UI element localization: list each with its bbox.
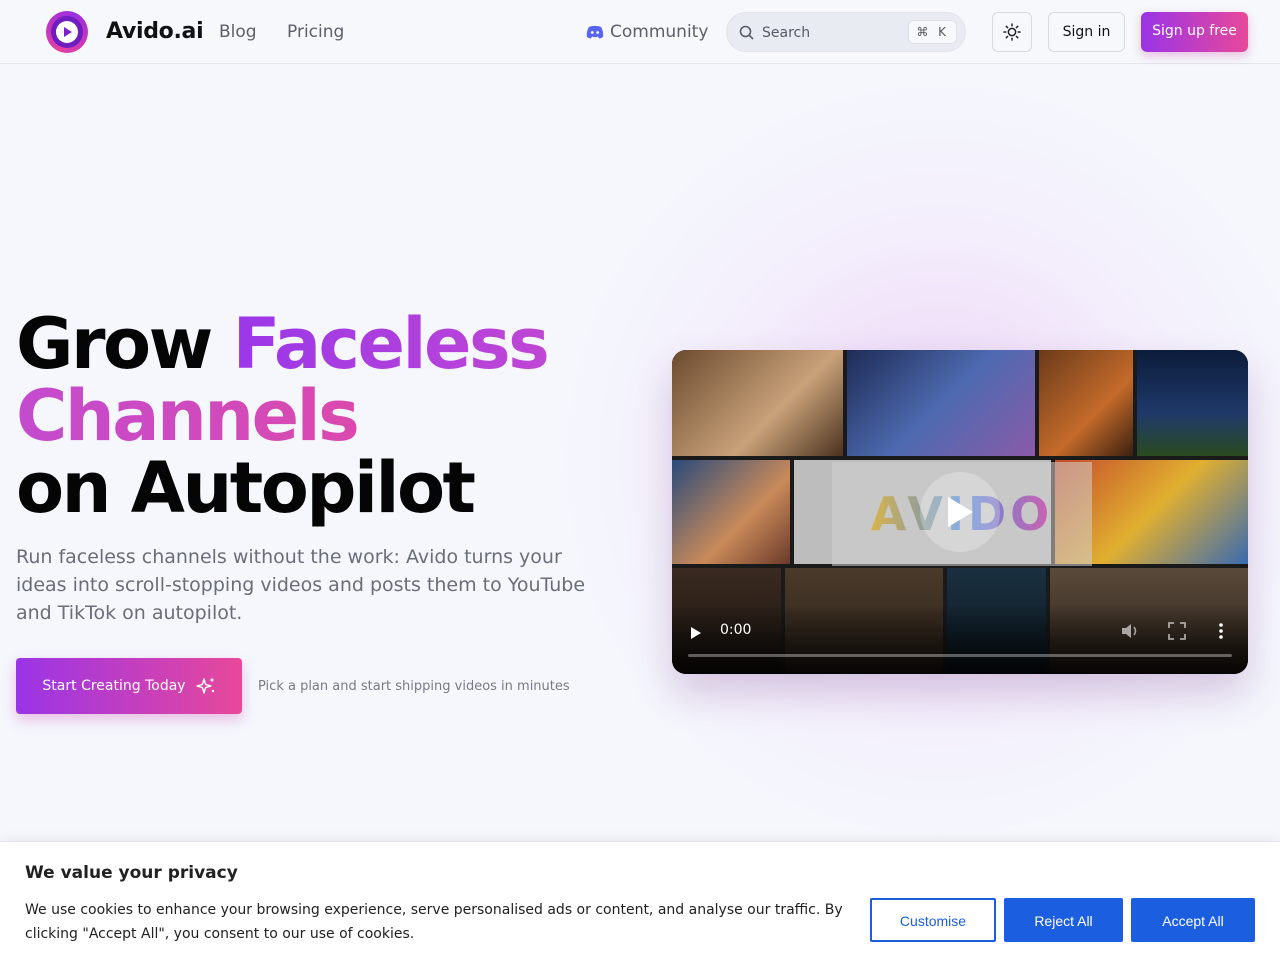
headline-faceless: Faceless bbox=[232, 303, 550, 385]
video-thumbnail bbox=[1038, 350, 1133, 456]
search-placeholder: Search bbox=[762, 25, 811, 41]
cookie-title: We value your privacy bbox=[25, 863, 238, 883]
cookie-text: We use cookies to enhance your browsing … bbox=[25, 902, 843, 942]
top-navbar: Avido.ai Blog Pricing Community Search ⌘… bbox=[0, 0, 1280, 64]
accept-all-button[interactable]: Accept All bbox=[1131, 898, 1255, 942]
hero-subtitle: Run faceless channels without the work: … bbox=[16, 546, 586, 624]
discord-icon bbox=[586, 25, 604, 39]
headline-channels: Channels bbox=[16, 380, 547, 452]
video-player[interactable]: AVIDO 0:00 bbox=[672, 350, 1248, 674]
search-icon bbox=[739, 25, 754, 40]
headline-autopilot: on Autopilot bbox=[16, 447, 476, 529]
hero-headline: Grow Faceless Channels on Autopilot bbox=[16, 308, 550, 529]
sparkles-icon bbox=[195, 677, 215, 694]
nav-link-pricing[interactable]: Pricing bbox=[287, 22, 344, 42]
nav-link-blog[interactable]: Blog bbox=[219, 22, 257, 42]
theme-toggle-button[interactable] bbox=[992, 12, 1032, 52]
play-icon bbox=[948, 497, 973, 527]
play-button[interactable] bbox=[920, 472, 1000, 552]
thumbnail-row bbox=[672, 350, 1248, 456]
avido-logo-icon[interactable] bbox=[46, 11, 88, 53]
cta-label: Start Creating Today bbox=[42, 678, 186, 694]
video-thumbnail bbox=[672, 460, 790, 564]
volume-icon[interactable] bbox=[1120, 622, 1140, 640]
control-play-icon[interactable] bbox=[690, 626, 702, 640]
reject-all-button[interactable]: Reject All bbox=[1004, 898, 1123, 942]
video-controls: 0:00 bbox=[672, 604, 1248, 674]
community-label: Community bbox=[610, 22, 709, 42]
cookie-banner: We value your privacy We use cookies to … bbox=[0, 841, 1280, 960]
more-options-icon[interactable] bbox=[1218, 622, 1224, 640]
video-thumbnail bbox=[672, 350, 843, 456]
sign-in-button[interactable]: Sign in bbox=[1048, 12, 1125, 52]
brand-name[interactable]: Avido.ai bbox=[106, 19, 204, 44]
video-progress-bar[interactable] bbox=[688, 654, 1232, 657]
search-shortcut: ⌘ K bbox=[908, 20, 957, 44]
headline-grow: Grow bbox=[16, 303, 233, 385]
community-link[interactable]: Community bbox=[586, 22, 708, 42]
cta-note: Pick a plan and start shipping videos in… bbox=[258, 679, 570, 694]
sign-up-button[interactable]: Sign up free bbox=[1141, 12, 1248, 52]
fullscreen-icon[interactable] bbox=[1168, 622, 1186, 640]
sun-icon bbox=[1003, 23, 1021, 41]
video-thumbnail bbox=[846, 350, 1035, 456]
video-thumbnail bbox=[1136, 350, 1248, 456]
start-creating-button[interactable]: Start Creating Today bbox=[16, 658, 242, 714]
customise-button[interactable]: Customise bbox=[870, 898, 996, 942]
video-time: 0:00 bbox=[720, 622, 752, 638]
search-input[interactable]: Search ⌘ K bbox=[726, 12, 966, 52]
